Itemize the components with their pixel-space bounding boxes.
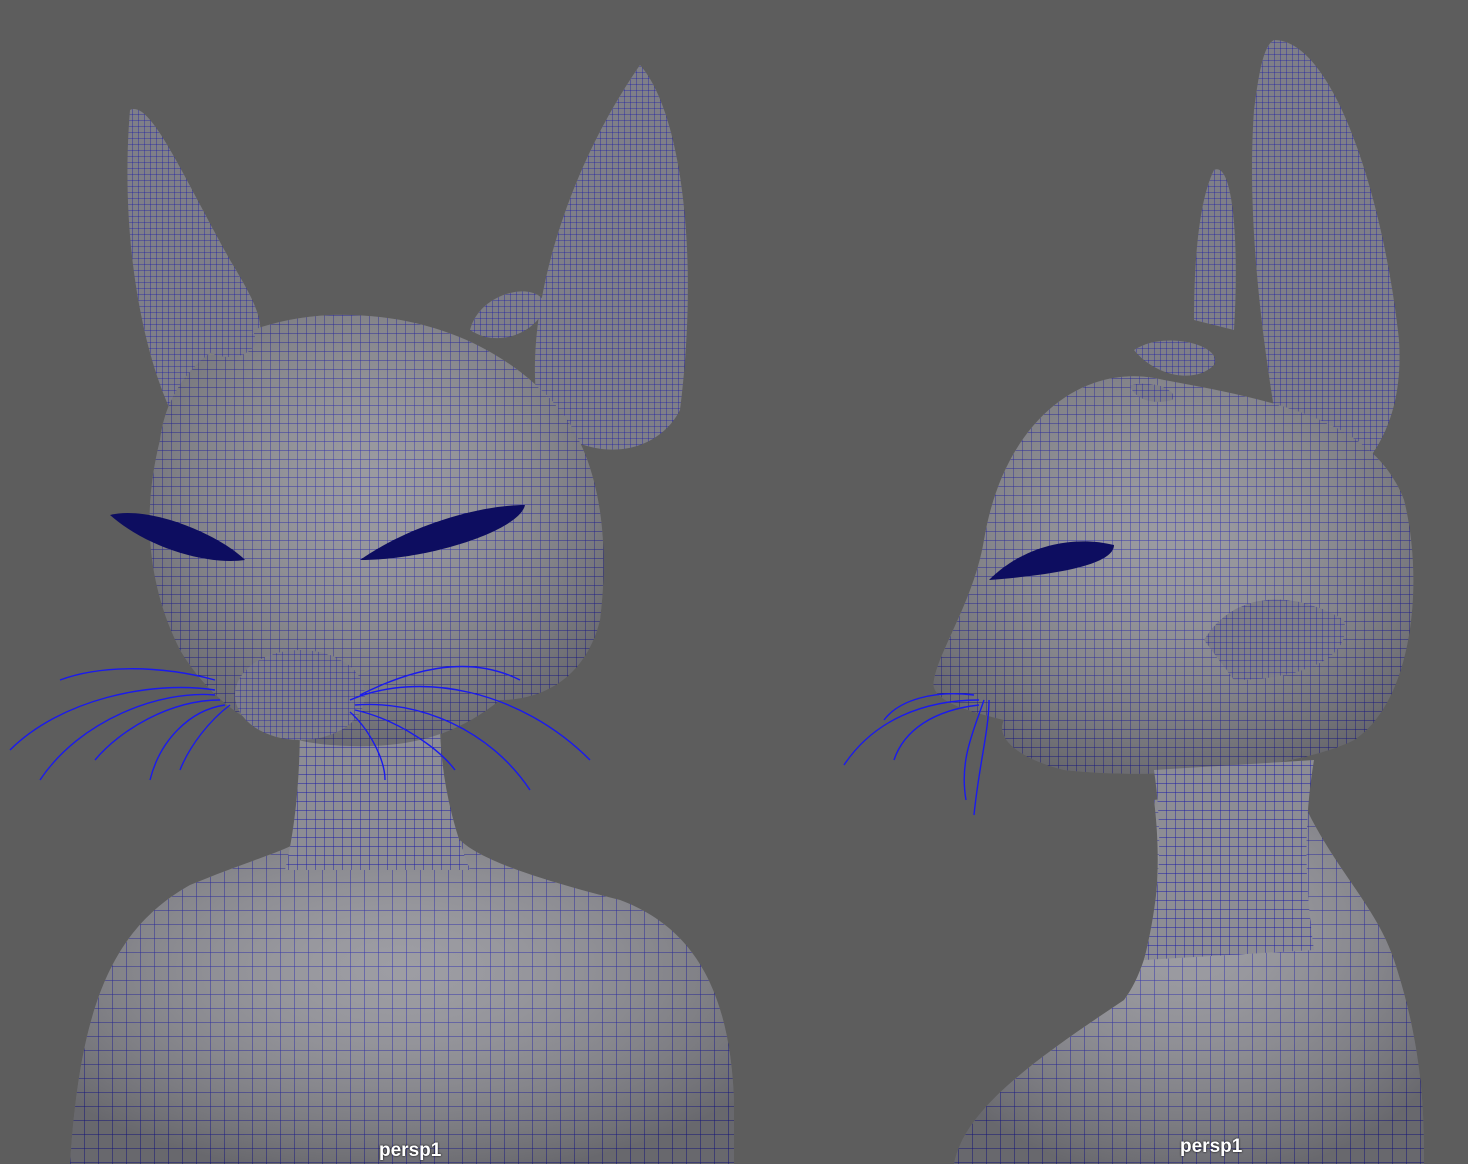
viewport-profile[interactable]: persp1 bbox=[734, 0, 1468, 1164]
wireframe-mesh-icon bbox=[843, 40, 1424, 1164]
wireframe-mesh-icon bbox=[9, 65, 734, 1164]
whiskers-icon bbox=[843, 693, 990, 816]
camera-label[interactable]: persp1 bbox=[1180, 1136, 1242, 1158]
camera-label[interactable]: persp1 bbox=[379, 1140, 441, 1162]
viewport-front[interactable]: persp1 bbox=[0, 0, 734, 1164]
ear-right-mesh bbox=[534, 65, 688, 450]
